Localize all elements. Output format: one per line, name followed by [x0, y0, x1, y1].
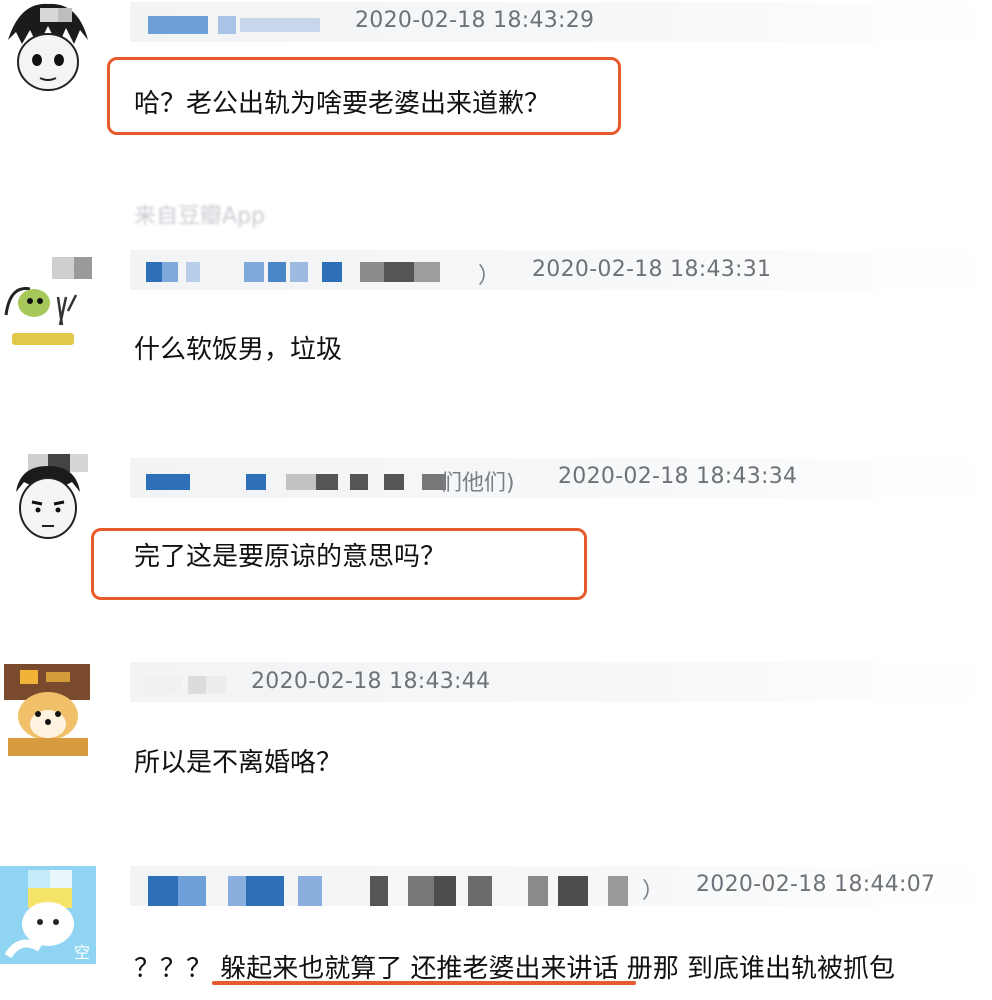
username-tail: 们他们)	[440, 471, 515, 496]
comment-text: 所以是不离婚咯？	[134, 748, 343, 778]
comment-timestamp: 2020-02-18 18:43:31	[532, 257, 772, 282]
comment-text: 哈？老公出轨为啥要老婆出来道歉？	[134, 89, 551, 119]
comment-meta: ） 2020-02-18 18:44:07	[130, 866, 992, 906]
avatar[interactable]	[0, 255, 96, 351]
comment-text: ？？？ 躲起来也就算了 还推老婆出来讲话 册那 到底谁出轨被抓包	[134, 954, 896, 984]
avatar-manga-man-icon	[0, 452, 96, 548]
avatar[interactable]	[0, 660, 96, 756]
username-tail: ）	[478, 264, 501, 289]
blurred-username[interactable]	[148, 10, 348, 36]
avatar-manga-boy-icon	[0, 0, 96, 100]
comment-text: 什么软饭男，垃圾	[134, 335, 343, 365]
blurred-username[interactable]	[142, 670, 232, 696]
blurred-username[interactable]	[146, 258, 486, 284]
comment-timestamp: 2020-02-18 18:43:44	[251, 669, 491, 694]
comment-timestamp: 2020-02-18 18:43:34	[558, 464, 798, 489]
comment-timestamp: 2020-02-18 18:43:29	[355, 8, 595, 33]
avatar[interactable]: 空	[0, 866, 96, 964]
comment-meta: ） 2020-02-18 18:43:31	[130, 250, 992, 290]
highlight-underline	[212, 981, 636, 985]
avatar[interactable]	[0, 452, 96, 548]
username-tail: ）	[642, 879, 665, 904]
avatar-anime-blue-icon: 空	[0, 866, 96, 964]
comment-meta: 2020-02-18 18:43:29	[130, 2, 992, 42]
avatar[interactable]	[0, 0, 96, 100]
avatar-shiba-dog-icon	[0, 660, 96, 756]
source-label: 来自豆瓣App	[134, 204, 265, 229]
comment-meta: 2020-02-18 18:43:44	[130, 662, 992, 702]
comment-text: 完了这是要原谅的意思吗？	[134, 542, 447, 572]
blurred-username[interactable]	[148, 874, 668, 906]
avatar-cartoon-sticker-icon	[0, 255, 96, 351]
blurred-username[interactable]	[146, 466, 466, 492]
comment-timestamp: 2020-02-18 18:44:07	[696, 872, 936, 897]
comment-meta: 们他们) 2020-02-18 18:43:34	[130, 458, 992, 498]
svg-text:空: 空	[74, 943, 90, 962]
